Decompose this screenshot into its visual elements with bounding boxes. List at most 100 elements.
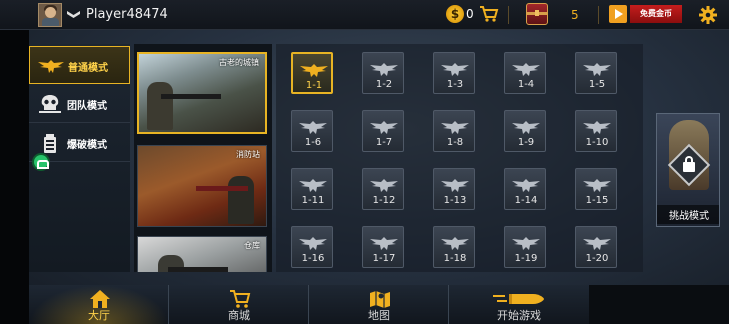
bullet-icon [493,294,544,304]
level-label: 1-9 [517,137,535,148]
eagle-icon [512,121,540,134]
team-skull-icon [39,95,61,113]
eagle-icon [583,237,611,250]
level-label: 1-19 [514,253,538,264]
level-tile[interactable]: 1-9 [504,110,546,152]
soldier-figure [228,176,254,224]
phone-chat-icon[interactable] [32,153,50,171]
level-tile[interactable]: 1-1 [291,52,333,94]
level-tile[interactable]: 1-13 [433,168,475,210]
top-bar: Player48474 $ 0 5 免费金币 [0,0,729,30]
nav-shop[interactable]: 商城 [169,285,309,324]
eagle-icon [300,64,328,77]
level-tile[interactable]: 1-17 [362,226,404,268]
eagle-icon [583,121,611,134]
nav-label: 地图 [368,309,390,322]
level-grid: 1-1 1-2 1-3 1-4 1-5 1-6 1-7 1-8 1-9 1-10 1-11 1-12 1… [276,44,643,272]
level-label: 1-12 [372,195,396,206]
map-list[interactable]: 古老的城镇 消防站 仓库 [134,44,272,272]
coin-count: 0 [466,7,474,21]
rank-chevron-icon [67,11,80,18]
player-name: Player48474 [86,7,168,22]
level-label: 1-6 [304,137,322,148]
shop-cart-icon[interactable] [479,5,499,23]
player-avatar[interactable] [38,3,62,27]
level-tile[interactable]: 1-15 [575,168,617,210]
level-tile[interactable]: 1-6 [291,110,333,152]
divider [598,6,599,24]
mode-label: 爆破模式 [67,140,107,151]
free-gold-button[interactable]: 免费金币 [630,5,682,23]
mode-team[interactable]: 团队模式 [29,85,130,123]
level-label: 1-17 [372,253,396,264]
level-tile[interactable]: 1-19 [504,226,546,268]
map-card-fire-station[interactable]: 消防站 [137,145,267,227]
treasure-chest-icon[interactable] [526,3,548,25]
nav-label: 大厅 [88,309,110,322]
bomb-icon [44,134,56,153]
mode-normal[interactable]: 普通模式 [29,46,130,84]
level-tile[interactable]: 1-3 [433,52,475,94]
level-label: 1-11 [301,195,325,206]
eagle-icon [370,237,398,250]
map-title: 消防站 [236,150,260,159]
eagle-icon [583,179,611,192]
level-tile[interactable]: 1-18 [433,226,475,268]
eagle-icon [441,121,469,134]
soldier-figure [147,82,173,130]
lock-icon-body [683,162,695,172]
settings-gear-icon[interactable] [699,6,717,24]
level-label: 1-7 [375,137,393,148]
eagle-icon [299,237,327,250]
rifle-shape [161,94,221,99]
level-tile[interactable]: 1-20 [575,226,617,268]
level-label: 1-4 [517,79,535,90]
chest-count: 5 [571,8,579,22]
coin-icon: $ [446,5,464,23]
level-label: 1-5 [588,79,606,90]
eagle-icon [370,121,398,134]
nav-map[interactable]: 地图 [309,285,449,324]
challenge-mode-card[interactable]: 挑战模式 [656,113,720,227]
level-label: 1-16 [301,253,325,264]
game-lobby-screen: Player48474 $ 0 5 免费金币 普通模式 团队模式 爆破模式 古老… [0,0,729,324]
level-label: 1-2 [375,79,393,90]
level-label: 1-20 [585,253,609,264]
level-tile[interactable]: 1-16 [291,226,333,268]
level-tile[interactable]: 1-10 [575,110,617,152]
eagle-icon [38,60,64,73]
level-label: 1-15 [585,195,609,206]
mode-label: 团队模式 [67,101,107,112]
eagle-icon [512,63,540,76]
nav-lobby[interactable]: 大厅 [29,285,169,324]
level-tile[interactable]: 1-5 [575,52,617,94]
eagle-icon [299,179,327,192]
level-tile[interactable]: 1-12 [362,168,404,210]
map-card-ancient-town[interactable]: 古老的城镇 [137,52,267,134]
map-title: 古老的城镇 [219,58,259,67]
level-label: 1-1 [305,80,323,91]
divider [508,6,509,24]
level-label: 1-13 [443,195,467,206]
nav-start-game[interactable]: 开始游戏 [449,285,589,324]
challenge-label: 挑战模式 [657,205,719,224]
level-tile[interactable]: 1-4 [504,52,546,94]
level-label: 1-10 [585,137,609,148]
video-play-icon[interactable] [609,5,627,23]
eagle-icon [370,179,398,192]
map-card-warehouse[interactable]: 仓库 [137,236,267,272]
eagle-icon [441,63,469,76]
eagle-icon [299,121,327,134]
eagle-icon [512,237,540,250]
map-title: 仓库 [244,241,260,250]
eagle-icon [583,63,611,76]
level-tile[interactable]: 1-11 [291,168,333,210]
level-tile[interactable]: 1-14 [504,168,546,210]
level-tile[interactable]: 1-8 [433,110,475,152]
nav-label: 商城 [228,309,250,322]
home-icon [90,290,110,308]
level-tile[interactable]: 1-7 [362,110,404,152]
level-tile[interactable]: 1-2 [362,52,404,94]
map-icon [370,291,390,308]
eagle-icon [512,179,540,192]
